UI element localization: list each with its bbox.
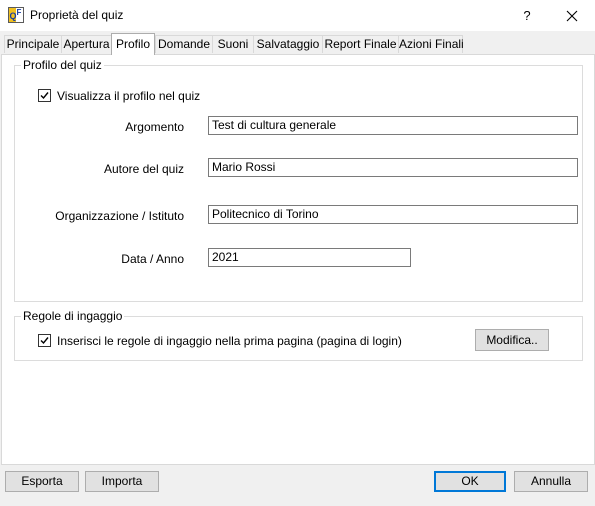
checkmark-icon xyxy=(40,92,49,100)
import-button[interactable]: Importa xyxy=(85,471,159,492)
autore-label: Autore del quiz xyxy=(103,162,184,176)
rules-checkbox[interactable] xyxy=(38,334,51,347)
title-bar: Q F Proprietà del quiz ? xyxy=(0,0,595,31)
tab-panel-profilo: Profilo del quiz Visualizza il profilo n… xyxy=(1,54,595,465)
checkmark-icon xyxy=(40,337,49,345)
argomento-label: Argomento xyxy=(125,120,184,134)
rules-group: Regole di ingaggio Inserisci le regole d… xyxy=(14,309,583,361)
tab-apertura[interactable]: Apertura xyxy=(61,35,112,53)
tab-suoni[interactable]: Suoni xyxy=(212,35,254,53)
close-button[interactable] xyxy=(549,0,595,31)
data-input[interactable]: 2021 xyxy=(208,248,411,267)
app-icon: Q F xyxy=(8,7,24,23)
profile-group-legend: Profilo del quiz xyxy=(21,58,104,72)
tab-azioni-finali[interactable]: Azioni Finali xyxy=(398,35,464,53)
show-profile-checkbox[interactable] xyxy=(38,89,51,102)
ok-button[interactable]: OK xyxy=(434,471,506,492)
export-button[interactable]: Esporta xyxy=(5,471,79,492)
rules-group-legend: Regole di ingaggio xyxy=(21,309,125,323)
edit-rules-button[interactable]: Modifica.. xyxy=(475,329,549,351)
cancel-button[interactable]: Annulla xyxy=(514,471,588,492)
autore-input[interactable]: Mario Rossi xyxy=(208,158,578,177)
organizzazione-input[interactable]: Politecnico di Torino xyxy=(208,205,578,224)
tab-report-finale[interactable]: Report Finale xyxy=(322,35,399,53)
window-title: Proprietà del quiz xyxy=(30,8,124,22)
tab-salvataggio[interactable]: Salvataggio xyxy=(253,35,323,53)
show-profile-label: Visualizza il profilo nel quiz xyxy=(57,89,201,103)
data-label: Data / Anno xyxy=(121,252,184,266)
profile-group: Profilo del quiz Visualizza il profilo n… xyxy=(14,58,583,302)
argomento-input[interactable]: Test di cultura generale xyxy=(208,116,578,135)
tab-principale[interactable]: Principale xyxy=(4,35,62,53)
icon-letter-q: Q xyxy=(10,11,17,21)
close-icon xyxy=(566,10,578,22)
tab-profilo[interactable]: Profilo xyxy=(111,33,155,55)
organizzazione-label: Organizzazione / Istituto xyxy=(55,209,184,223)
rules-checkbox-label: Inserisci le regole di ingaggio nella pr… xyxy=(57,334,402,348)
icon-letter-f: F xyxy=(17,8,22,17)
help-button[interactable]: ? xyxy=(505,0,549,31)
tab-domande[interactable]: Domande xyxy=(155,35,213,53)
